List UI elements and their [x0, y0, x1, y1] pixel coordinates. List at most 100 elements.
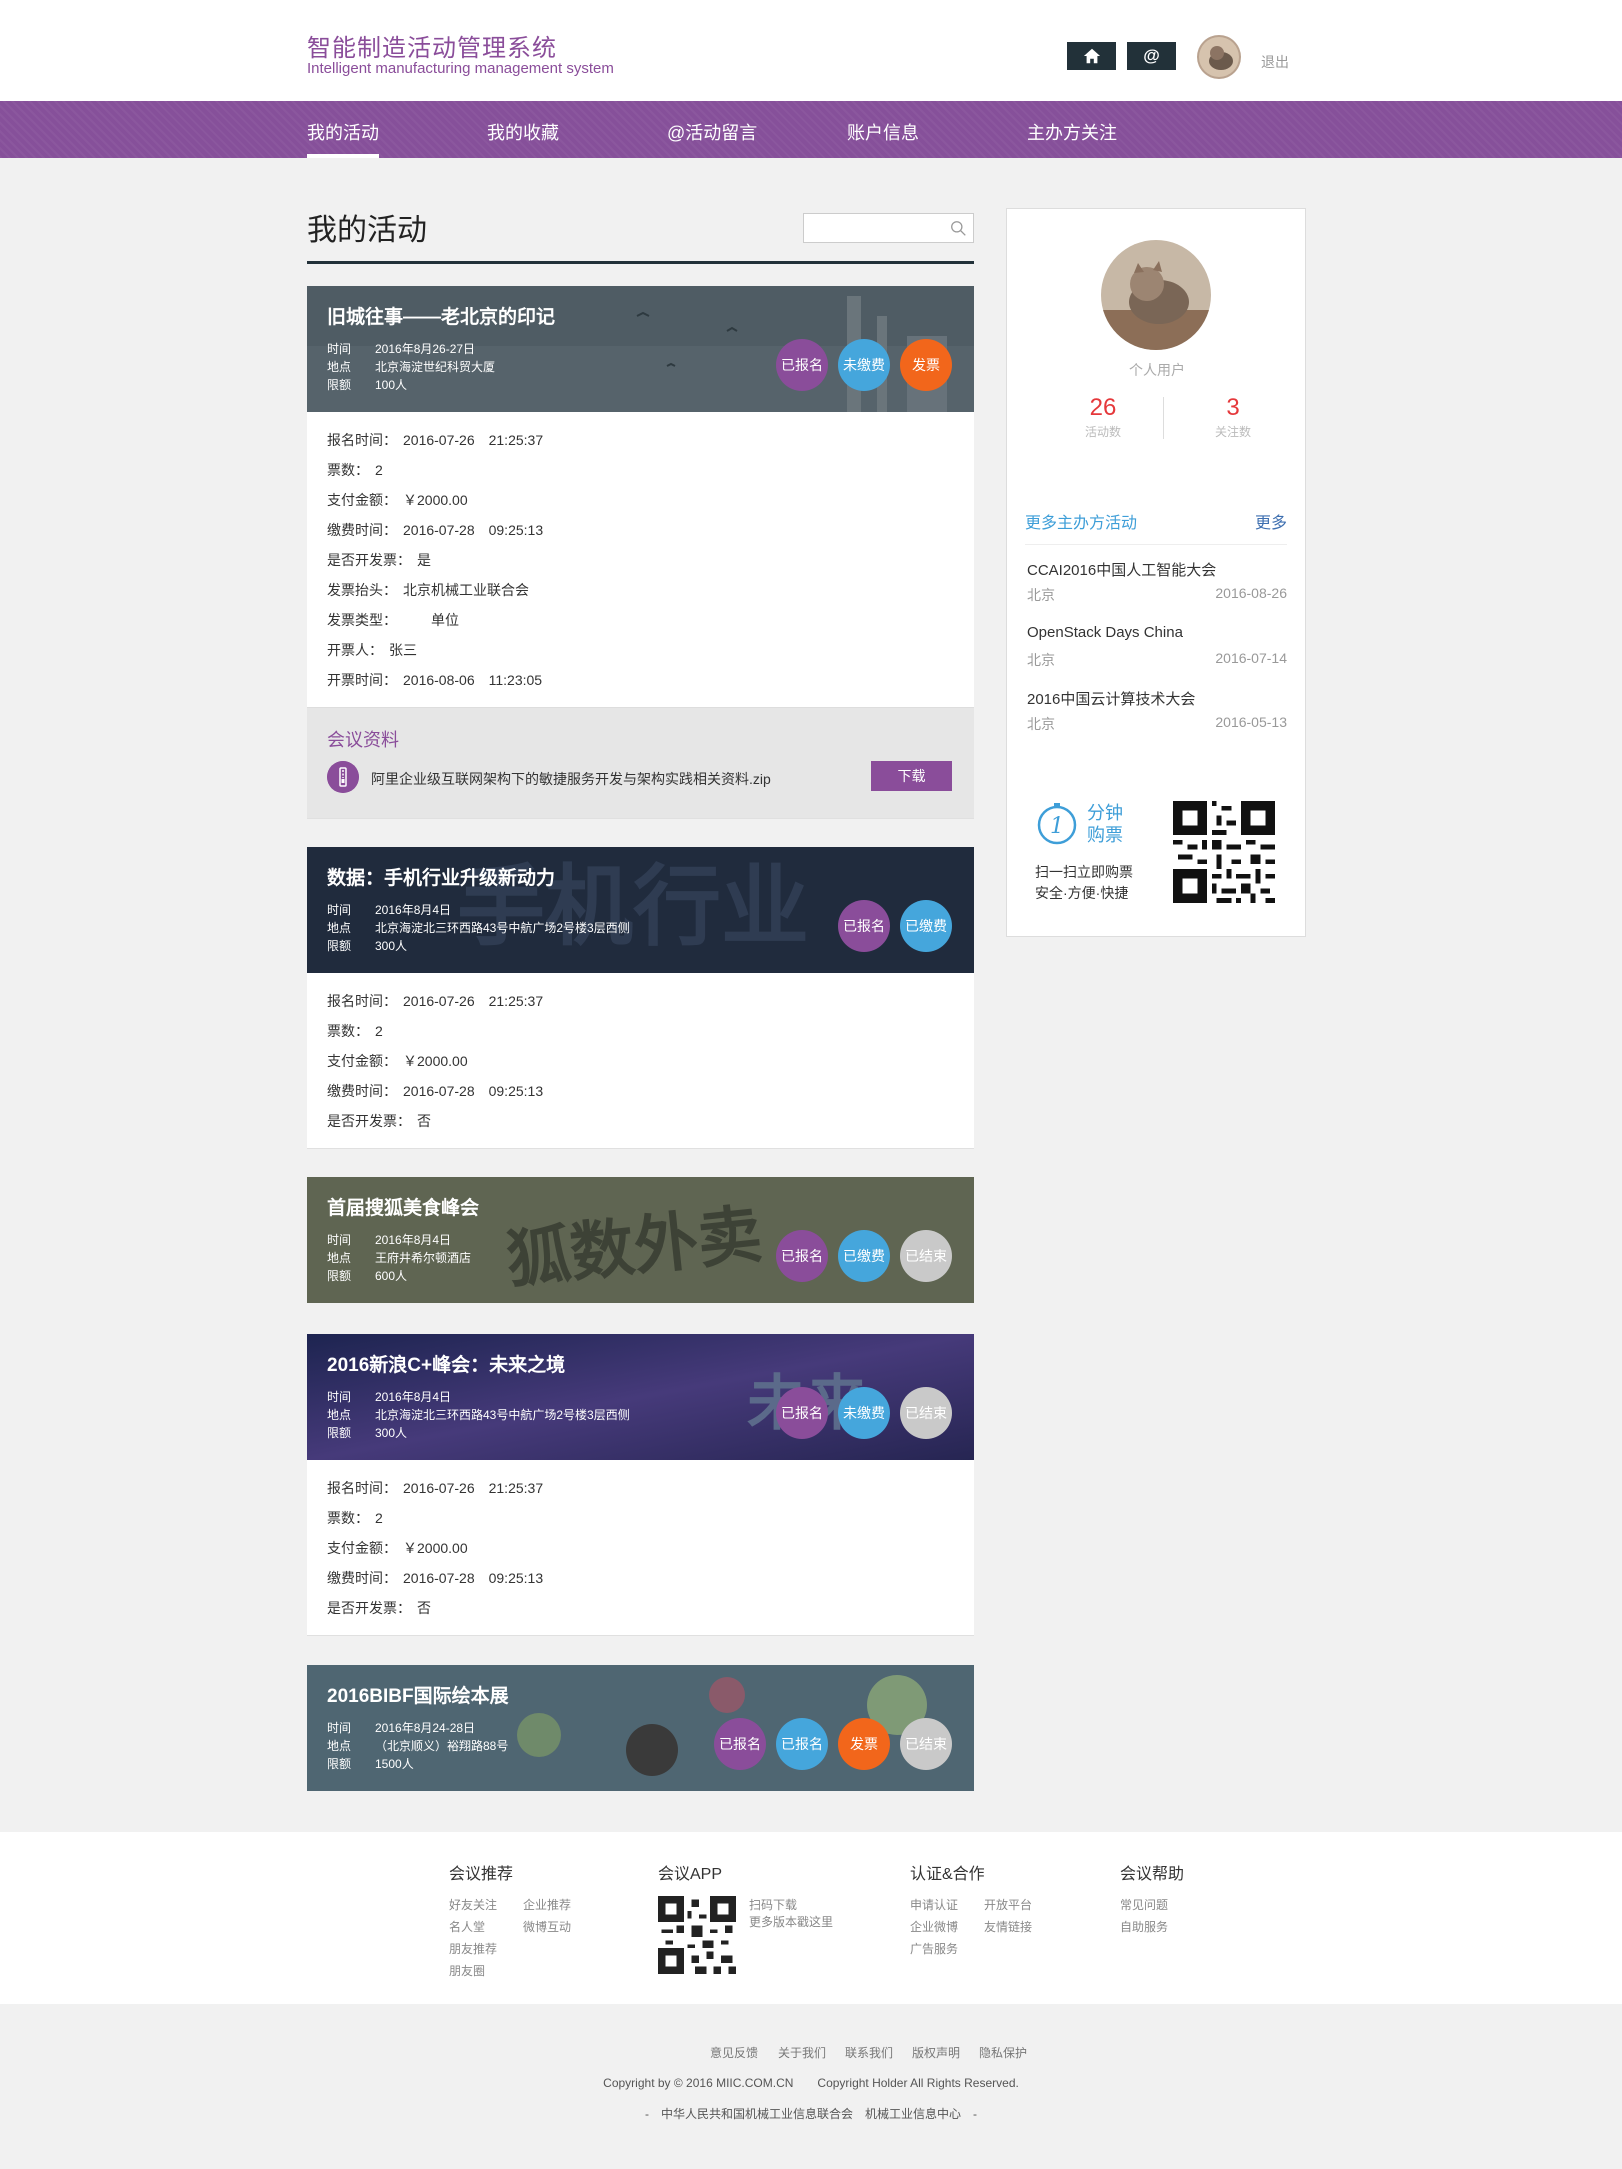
footer-link[interactable]: 申请认证	[910, 1896, 958, 1913]
download-button[interactable]: 下载	[871, 761, 952, 791]
profile-avatar[interactable]	[1101, 240, 1211, 350]
home-button[interactable]	[1067, 42, 1116, 70]
event-banner[interactable]: 手机行业 数据：手机行业升级新动力 时间 2016年8月4日 地点 北京海淀北三环西…	[307, 847, 974, 973]
list-item[interactable]: 2016中国云计算技术大会 北京 2016-05-13	[1027, 688, 1287, 732]
event-meta: 时间 2016年8月4日 地点 北京海淀北三环西路43号中航广场2号楼3层西侧 限额…	[327, 903, 630, 953]
activities-stat[interactable]: 26 活动数	[1043, 394, 1163, 440]
event-meta: 时间 2016年8月24-28日 地点 （北京顺义）裕翔路88号 限额 1500人	[327, 1721, 509, 1771]
event-banner[interactable]: 2016BIBF国际绘本展 时间 2016年8月24-28日 地点 （北京顺义）裕翔…	[307, 1665, 974, 1791]
footer-col-title: 认证&合作	[910, 1866, 985, 1883]
status-badge-paid[interactable]: 已缴费	[838, 1230, 890, 1282]
event-title: 旧城往事——老北京的印记	[327, 307, 556, 328]
issuer: 张三	[389, 642, 417, 658]
avatar[interactable]	[1197, 35, 1241, 79]
footer-link[interactable]: 朋友推荐	[449, 1940, 497, 1957]
footer-link[interactable]: 好友关注	[449, 1896, 497, 1913]
status-badge-ended[interactable]: 已结束	[900, 1230, 952, 1282]
scan-text: 扫一扫立即购票 安全·方便·快捷	[1035, 864, 1133, 901]
event-card: 旧城往事——老北京的印记 时间 2016年8月26-27日 地点 北京海淀世纪科贸大…	[307, 286, 974, 819]
status-badge-registered[interactable]: 已报名	[714, 1718, 766, 1770]
site-title[interactable]: 智能制造活动管理系统	[307, 28, 557, 63]
status-badge-registered[interactable]: 已报名	[776, 339, 828, 391]
activity-date: 2016-05-13	[1215, 714, 1287, 730]
event-details: 报名时间： 2016-07-26 21:25:37 票数： 2 支付金额： ￥2000…	[327, 993, 544, 1129]
footer-link-about[interactable]: 关于我们	[778, 2044, 826, 2061]
status-badge-ended[interactable]: 已结束	[900, 1387, 952, 1439]
invoice-flag: 否	[417, 1113, 431, 1129]
status-badge-registered-2[interactable]: 已报名	[776, 1718, 828, 1770]
footer-link[interactable]: 扫码下载	[749, 1896, 797, 1913]
list-item[interactable]: OpenStack Days China 北京 2016-07-14	[1027, 624, 1287, 668]
reg-time: 2016-07-26 21:25:37	[403, 993, 544, 1009]
status-badge-invoice[interactable]: 发票	[900, 339, 952, 391]
pay-amount: ￥2000.00	[403, 492, 468, 508]
footer-link-privacy[interactable]: 隐私保护	[979, 2044, 1027, 2061]
footer-link[interactable]: 微博互动	[523, 1918, 571, 1935]
quick-buy-text: 分钟 购票	[1087, 803, 1123, 845]
follows-count: 3	[1226, 394, 1240, 421]
organization-text: - 中华人民共和国机械工业信息联合会 机械工业信息中心 -	[645, 2107, 977, 2121]
status-badges: 已报名 已缴费	[838, 900, 952, 952]
footer-link-feedback[interactable]: 意见反馈	[710, 2044, 758, 2061]
event-banner[interactable]: 狐数外卖 首届搜狐美食峰会 时间 2016年8月4日 地点 王府井希尔顿酒店 限额 6…	[307, 1177, 974, 1303]
nav-item-my-favorites[interactable]: 我的收藏	[487, 119, 559, 145]
footer-link[interactable]: 自助服务	[1120, 1918, 1168, 1935]
footer-link[interactable]: 常见问题	[1120, 1896, 1168, 1913]
footer-col-title: 会议推荐	[449, 1866, 514, 1883]
invoice-flag: 否	[417, 1600, 431, 1616]
follows-stat[interactable]: 3 关注数	[1173, 394, 1293, 440]
nav-item-organizers[interactable]: 主办方关注	[1027, 119, 1117, 145]
user-role: 个人用户	[1129, 362, 1185, 378]
status-badge-registered[interactable]: 已报名	[838, 900, 890, 952]
footer-link[interactable]: 名人堂	[449, 1918, 485, 1935]
nav-item-my-activities[interactable]: 我的活动	[307, 119, 379, 158]
tickets: 2	[375, 462, 383, 478]
footer-link[interactable]: 企业微博	[910, 1918, 958, 1935]
footer-link-contact[interactable]: 联系我们	[845, 2044, 893, 2061]
event-time: 2016年8月4日	[375, 903, 452, 917]
footer-link[interactable]: 开放平台	[984, 1896, 1032, 1913]
event-time: 2016年8月24-28日	[375, 1721, 476, 1735]
file-name[interactable]: 阿里企业级互联网架构下的敏捷服务开发与架构实践相关资料.zip	[371, 769, 771, 789]
search-input[interactable]	[804, 214, 944, 242]
event-time: 2016年8月4日	[375, 1390, 452, 1404]
status-badge-invoice[interactable]: 发票	[838, 1718, 890, 1770]
event-card: 狐数外卖 首届搜狐美食峰会 时间 2016年8月4日 地点 王府井希尔顿酒店 限额 6…	[307, 1177, 974, 1303]
footer-link[interactable]: 朋友圈	[449, 1962, 485, 1979]
status-badge-unpaid[interactable]: 未缴费	[838, 339, 890, 391]
event-banner[interactable]: 未来 2016新浪C+峰会：未来之境 时间2016年8月4日 地点北京海淀北三环…	[307, 1334, 974, 1460]
more-activities-title: 更多主办方活动	[1025, 515, 1138, 532]
sidebar-profile: 个人用户 26 活动数 3 关注数 更多主办方活动 更多 CCAI2016中国人…	[1006, 208, 1306, 937]
footer-link-copyright[interactable]: 版权声明	[912, 2044, 960, 2061]
app-qr-code-icon[interactable]	[658, 1896, 736, 1974]
clock-number: 1	[1050, 814, 1064, 839]
event-title: 2016新浪C+峰会：未来之境	[327, 1355, 566, 1376]
status-badges: 已报名 已缴费 已结束	[776, 1230, 952, 1282]
pay-amount: ￥2000.00	[403, 1053, 468, 1069]
event-banner[interactable]: 旧城往事——老北京的印记 时间 2016年8月26-27日 地点 北京海淀世纪科贸大…	[307, 286, 974, 412]
search-icon[interactable]	[950, 220, 967, 237]
at-messages-button[interactable]: @	[1127, 42, 1176, 70]
footer-link[interactable]: 企业推荐	[523, 1896, 571, 1913]
pay-time: 2016-07-28 09:25:13	[403, 1083, 544, 1099]
footer-link[interactable]: 友情链接	[984, 1918, 1032, 1935]
activities-count: 26	[1089, 394, 1117, 421]
status-badge-ended[interactable]: 已结束	[900, 1718, 952, 1770]
qr-code-icon[interactable]	[1173, 801, 1275, 903]
nav-item-messages[interactable]: @活动留言	[667, 119, 757, 145]
status-badge-unpaid[interactable]: 未缴费	[838, 1387, 890, 1439]
activity-city: 北京	[1027, 716, 1055, 732]
home-icon	[1083, 48, 1100, 64]
more-link[interactable]: 更多	[1255, 509, 1287, 533]
status-badge-registered[interactable]: 已报名	[776, 1387, 828, 1439]
nav-item-account[interactable]: 账户信息	[847, 119, 919, 145]
event-time: 2016年8月4日	[375, 1233, 452, 1247]
logout-link[interactable]: 退出	[1261, 52, 1289, 72]
event-details: 报名时间： 2016-07-26 21:25:37 票数： 2 支付金额： ￥2000…	[327, 1480, 544, 1616]
footer-link[interactable]: 广告服务	[910, 1940, 958, 1957]
status-badge-paid[interactable]: 已缴费	[900, 900, 952, 952]
status-badge-registered[interactable]: 已报名	[776, 1230, 828, 1282]
list-item[interactable]: CCAI2016中国人工智能大会 北京 2016-08-26	[1027, 559, 1287, 603]
footer-link[interactable]: 更多版本戳这里	[749, 1913, 833, 1930]
event-place: 北京海淀北三环西路43号中航广场2号楼3层西侧	[375, 921, 630, 935]
